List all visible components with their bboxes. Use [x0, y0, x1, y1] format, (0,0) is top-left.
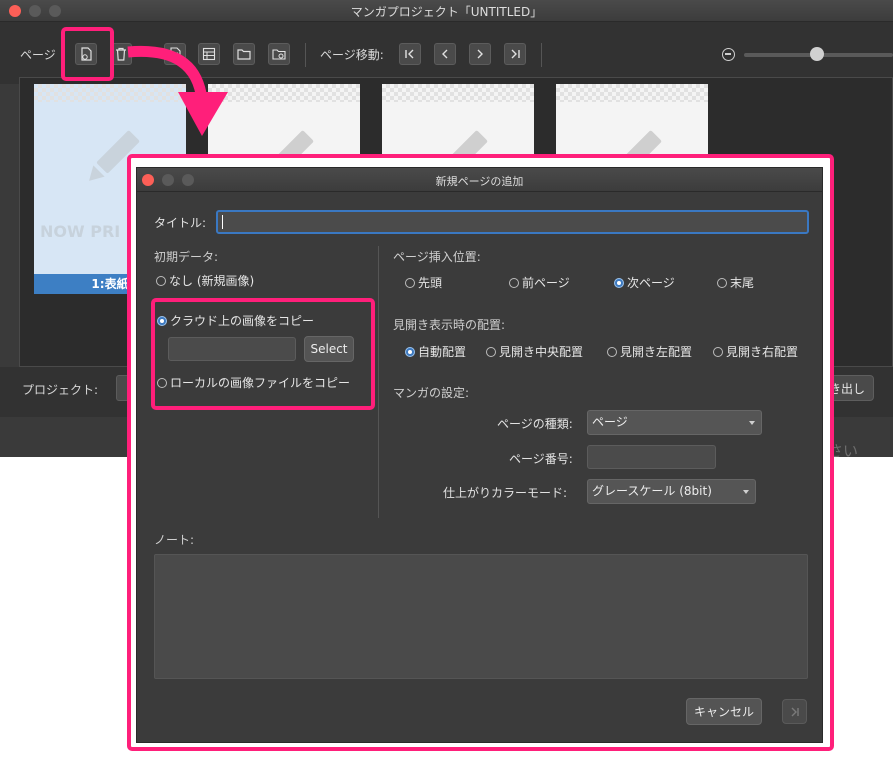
last-page-button[interactable] [504, 43, 526, 65]
thumbnail-checker [556, 84, 708, 102]
color-mode-label: 仕上がりカラーモード: [443, 486, 568, 500]
radio-circle [614, 277, 624, 288]
radio-circle [717, 277, 727, 288]
zoom-slider-knob[interactable] [810, 47, 824, 61]
initial-data-label: 初期データ: [154, 250, 219, 264]
insert-position-label: ページ挿入位置: [393, 250, 481, 264]
radio-circle [405, 346, 415, 357]
next-page-button[interactable] [469, 43, 491, 65]
cloud-path-field[interactable] [168, 337, 296, 361]
skip-forward-icon [791, 707, 799, 716]
radio-label: 次ページ [627, 276, 675, 290]
page-number-label: ページ番号: [509, 452, 573, 466]
thumbnail-checker [382, 84, 534, 102]
page-label: ページ [20, 48, 56, 62]
radio-label: 見開き中央配置 [499, 345, 584, 359]
radio-circle [486, 346, 496, 357]
chevron-down-icon [749, 421, 755, 425]
initial-data-local-radio[interactable]: ローカルの画像ファイルをコピー [157, 374, 350, 391]
initial-data-none-radio[interactable]: なし (新規画像) [156, 272, 254, 289]
curved-arrow-icon [127, 45, 228, 136]
layout-left-radio[interactable]: 見開き左配置 [607, 343, 692, 360]
dialog-title: 新規ページの追加 [435, 175, 524, 188]
note-textarea[interactable] [154, 554, 808, 679]
radio-label: クラウド上の画像をコピー [170, 314, 315, 328]
radio-label: 見開き左配置 [620, 345, 693, 359]
title-input[interactable] [216, 210, 809, 234]
radio-label: 先頭 [418, 276, 443, 290]
new-page-dialog: 新規ページの追加 タイトル: 初期データ: なし (新規画像) クラウド上の画像… [136, 167, 823, 743]
page-type-popup[interactable]: ページ [587, 410, 762, 435]
radio-circle [157, 377, 167, 388]
previous-page-button[interactable] [434, 43, 456, 65]
text-caret [222, 215, 223, 229]
ok-button[interactable] [782, 699, 807, 724]
page-number-field[interactable] [587, 445, 716, 469]
chevron-down-icon [743, 490, 749, 494]
radio-circle [607, 346, 617, 357]
insert-previous-radio[interactable]: 前ページ [509, 274, 570, 291]
radio-label: 自動配置 [418, 345, 467, 359]
title-field-label: タイトル: [154, 216, 207, 230]
folder-gear-icon [272, 49, 286, 60]
zoom-out-icon[interactable] [722, 48, 735, 61]
first-page-button[interactable] [399, 43, 421, 65]
radio-label: 末尾 [730, 276, 755, 290]
radio-label: なし (新規画像) [169, 274, 255, 288]
radio-label: 前ページ [522, 276, 570, 290]
window-title: マンガプロジェクト「UNTITLED」 [350, 5, 543, 19]
insert-first-radio[interactable]: 先頭 [405, 274, 442, 291]
spread-layout-label: 見開き表示時の配置: [393, 318, 506, 332]
toolbar-divider [305, 43, 306, 67]
page-type-label: ページの種類: [497, 417, 573, 431]
radio-circle [156, 275, 166, 286]
color-mode-popup[interactable]: グレースケール (8bit) [587, 479, 756, 504]
popup-value: ページ [592, 415, 628, 429]
layout-right-radio[interactable]: 見開き右配置 [713, 343, 798, 360]
popup-value: グレースケール (8bit) [592, 484, 712, 498]
cancel-button[interactable]: キャンセル [686, 698, 762, 725]
initial-data-cloud-radio[interactable]: クラウド上の画像をコピー [157, 312, 314, 329]
manga-settings-label: マンガの設定: [393, 386, 470, 400]
radio-circle [405, 277, 415, 288]
select-button[interactable]: Select [304, 336, 354, 362]
insert-last-radio[interactable]: 末尾 [717, 274, 754, 291]
layout-center-radio[interactable]: 見開き中央配置 [486, 343, 583, 360]
radio-circle [713, 346, 723, 357]
radio-label: ローカルの画像ファイルをコピー [170, 376, 351, 390]
first-page-icon [405, 49, 414, 59]
now-printing-watermark: NOW PRI [40, 222, 121, 241]
radio-circle [157, 315, 167, 326]
layout-auto-radio[interactable]: 自動配置 [405, 343, 466, 360]
insert-next-radio[interactable]: 次ページ [614, 274, 675, 291]
radio-circle [509, 277, 519, 288]
chevron-left-icon [442, 49, 448, 59]
dialog-titlebar: 新規ページの追加 [137, 168, 822, 192]
last-page-icon [511, 49, 520, 59]
add-page-highlight [61, 27, 114, 81]
note-label: ノート: [154, 533, 195, 547]
chevron-right-icon [477, 49, 483, 59]
page-move-label: ページ移動: [320, 48, 384, 62]
main-titlebar: マンガプロジェクト「UNTITLED」 [0, 0, 893, 22]
project-label: プロジェクト: [22, 383, 99, 397]
copy-options-highlight: クラウド上の画像をコピー Select ローカルの画像ファイルをコピー [151, 298, 375, 410]
radio-label: 見開き右配置 [726, 345, 799, 359]
toolbar-divider [541, 43, 542, 67]
folder-settings-button[interactable] [268, 43, 290, 65]
column-divider [378, 246, 379, 518]
